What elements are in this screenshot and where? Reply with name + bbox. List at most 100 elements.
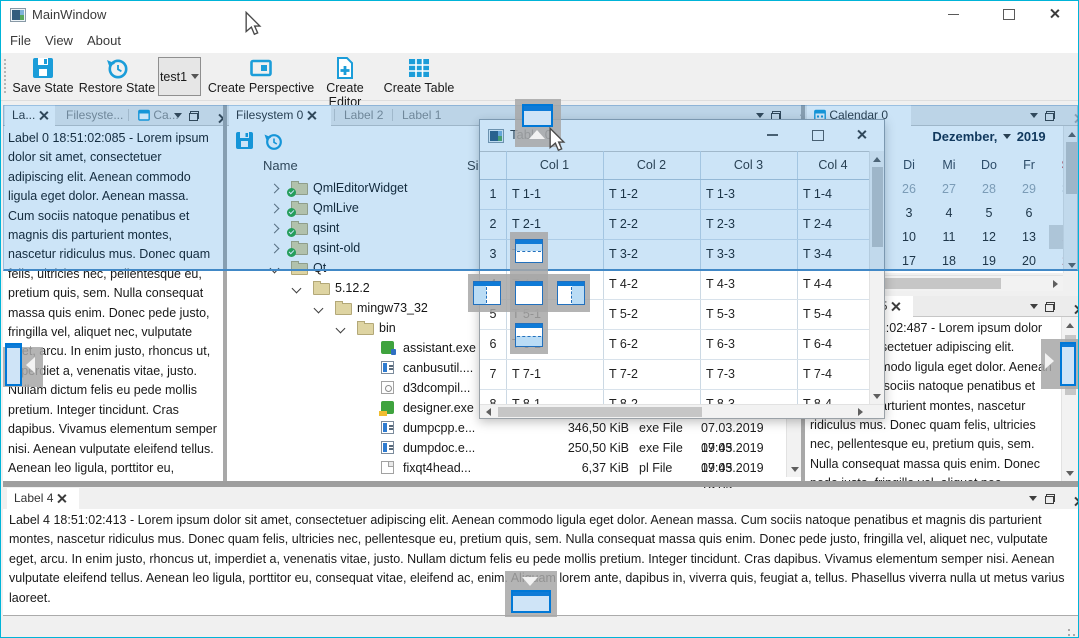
perspective-combobox[interactable]: test1 — [158, 57, 201, 96]
create-perspective-label: Create Perspective — [208, 81, 314, 95]
tab-close-icon[interactable] — [891, 302, 900, 311]
tab-label4[interactable]: Label 4 — [7, 488, 79, 509]
chevron-down-icon[interactable] — [292, 284, 302, 294]
create-perspective-button[interactable]: Create Perspective — [207, 56, 315, 98]
table-row-header[interactable]: 6 — [480, 329, 506, 359]
create-table-label: Create Table — [384, 81, 455, 95]
table-cell[interactable]: T 8-3 — [700, 389, 797, 404]
scroll-down-icon[interactable] — [1066, 471, 1074, 476]
mouse-cursor — [244, 11, 262, 40]
panel-float-button[interactable] — [1045, 494, 1055, 504]
drop-arrow-down-icon — [522, 577, 538, 586]
dll-file-icon — [381, 381, 394, 394]
editor-icon — [333, 56, 357, 80]
scrollbar-thumb[interactable] — [885, 278, 1001, 289]
drop-arrow-right-icon — [1045, 353, 1054, 369]
scroll-down-icon[interactable] — [791, 467, 799, 472]
table-cell[interactable]: T 6-4 — [797, 329, 869, 359]
table-cell[interactable]: T 7-1 — [506, 359, 603, 389]
drop-indicator-bottom[interactable] — [515, 323, 543, 347]
exe-file-icon — [381, 361, 394, 374]
minimize-button[interactable] — [931, 1, 976, 28]
table-row-header[interactable]: 8 — [480, 389, 506, 404]
panel-float-button[interactable] — [1045, 302, 1055, 312]
drop-arrow-left-icon — [26, 357, 35, 373]
menu-bar: File View About — [1, 29, 1078, 53]
save-state-label: Save State — [12, 81, 73, 95]
exe-file-icon — [381, 441, 394, 454]
chevron-down-icon[interactable] — [314, 304, 324, 314]
scrollbar-thumb[interactable] — [498, 407, 702, 417]
table-cell[interactable]: T 7-3 — [700, 359, 797, 389]
restore-icon — [105, 56, 129, 80]
maximize-button[interactable] — [986, 1, 1031, 28]
table-cell[interactable]: T 8-2 — [603, 389, 700, 404]
table-cell[interactable]: T 4-2 — [603, 269, 700, 299]
minimize-icon — [948, 14, 959, 16]
table-cell[interactable]: T 4-3 — [700, 269, 797, 299]
scroll-up-icon[interactable] — [1066, 323, 1074, 328]
save-icon — [31, 56, 55, 80]
tree-row[interactable]: dumpdoc.e...250,50 KiBexe File07.03.2019… — [227, 438, 783, 458]
toolbar-handle[interactable] — [4, 59, 6, 95]
panel-menu-button[interactable] — [1029, 496, 1037, 501]
folder-icon — [335, 303, 352, 315]
create-editor-button[interactable]: Create Editor — [309, 56, 381, 98]
scroll-down-icon[interactable] — [873, 394, 881, 399]
menu-view[interactable]: View — [41, 29, 77, 53]
table-scrollbar-horizontal[interactable] — [480, 404, 884, 418]
splitter-bottom[interactable] — [3, 481, 1078, 487]
tab-close-icon[interactable] — [57, 494, 66, 503]
window-title: MainWindow — [32, 1, 106, 29]
perspective-combo-value: test1 — [160, 70, 187, 84]
table-cell[interactable]: T 5-3 — [700, 299, 797, 329]
file-icon — [381, 461, 394, 474]
table-cell[interactable]: T 5-4 — [797, 299, 869, 329]
folder-icon — [313, 283, 330, 295]
perspective-icon — [249, 56, 273, 80]
tree-row[interactable]: dumpcpp.e...346,50 KiBexe File07.03.2019… — [227, 418, 783, 438]
resize-grip[interactable] — [1068, 629, 1070, 631]
close-button[interactable] — [1033, 1, 1078, 28]
restore-state-button[interactable]: Restore State — [77, 56, 157, 98]
table-cell[interactable]: T 8-1 — [506, 389, 603, 404]
table-cell[interactable]: T 7-2 — [603, 359, 700, 389]
table-cell[interactable]: T 6-3 — [700, 329, 797, 359]
status-bar — [3, 616, 1078, 637]
scroll-right-icon[interactable] — [1053, 280, 1058, 288]
exe-file-icon — [381, 421, 394, 434]
scroll-left-icon[interactable] — [486, 408, 491, 416]
table-cell[interactable]: T 4-4 — [797, 269, 869, 299]
title-bar[interactable]: MainWindow — [1, 1, 1078, 29]
drag-cursor — [548, 127, 566, 156]
menu-about[interactable]: About — [83, 29, 125, 53]
save-state-button[interactable]: Save State — [11, 56, 75, 98]
main-window: MainWindow File View About Save State Re… — [0, 0, 1079, 638]
table-row-header[interactable]: 7 — [480, 359, 506, 389]
chevron-down-icon[interactable] — [336, 324, 346, 334]
panel-close-button[interactable] — [1074, 305, 1079, 314]
table-cell[interactable]: T 7-4 — [797, 359, 869, 389]
drop-indicator-left[interactable] — [473, 281, 501, 305]
table-cell[interactable]: T 8-4 — [797, 389, 869, 404]
scroll-right-icon[interactable] — [858, 408, 863, 416]
tree-row[interactable]: fixqt4head...6,37 KiBpl File07.03.2019 1… — [227, 458, 783, 478]
panel-close-button[interactable] — [1074, 497, 1079, 506]
drop-indicator-top[interactable] — [515, 239, 543, 263]
maximize-icon — [1003, 9, 1015, 20]
qt-app-icon — [381, 341, 394, 354]
drop-indicator-right[interactable] — [557, 281, 585, 305]
drop-indicator-center[interactable] — [515, 281, 543, 305]
qt-designer-icon — [381, 401, 394, 414]
panel-menu-button[interactable] — [1030, 304, 1038, 309]
label4-tab-bar: Label 4 — [3, 488, 1078, 509]
chevron-down-icon — [191, 74, 199, 79]
table-icon — [407, 56, 431, 80]
table-cell[interactable]: T 6-2 — [603, 329, 700, 359]
close-icon — [1050, 9, 1061, 20]
table-cell[interactable]: T 5-2 — [603, 299, 700, 329]
folder-icon — [357, 323, 374, 335]
create-table-button[interactable]: Create Table — [383, 56, 455, 98]
menu-file[interactable]: File — [6, 29, 35, 53]
drop-arrow-up-icon — [529, 130, 545, 139]
